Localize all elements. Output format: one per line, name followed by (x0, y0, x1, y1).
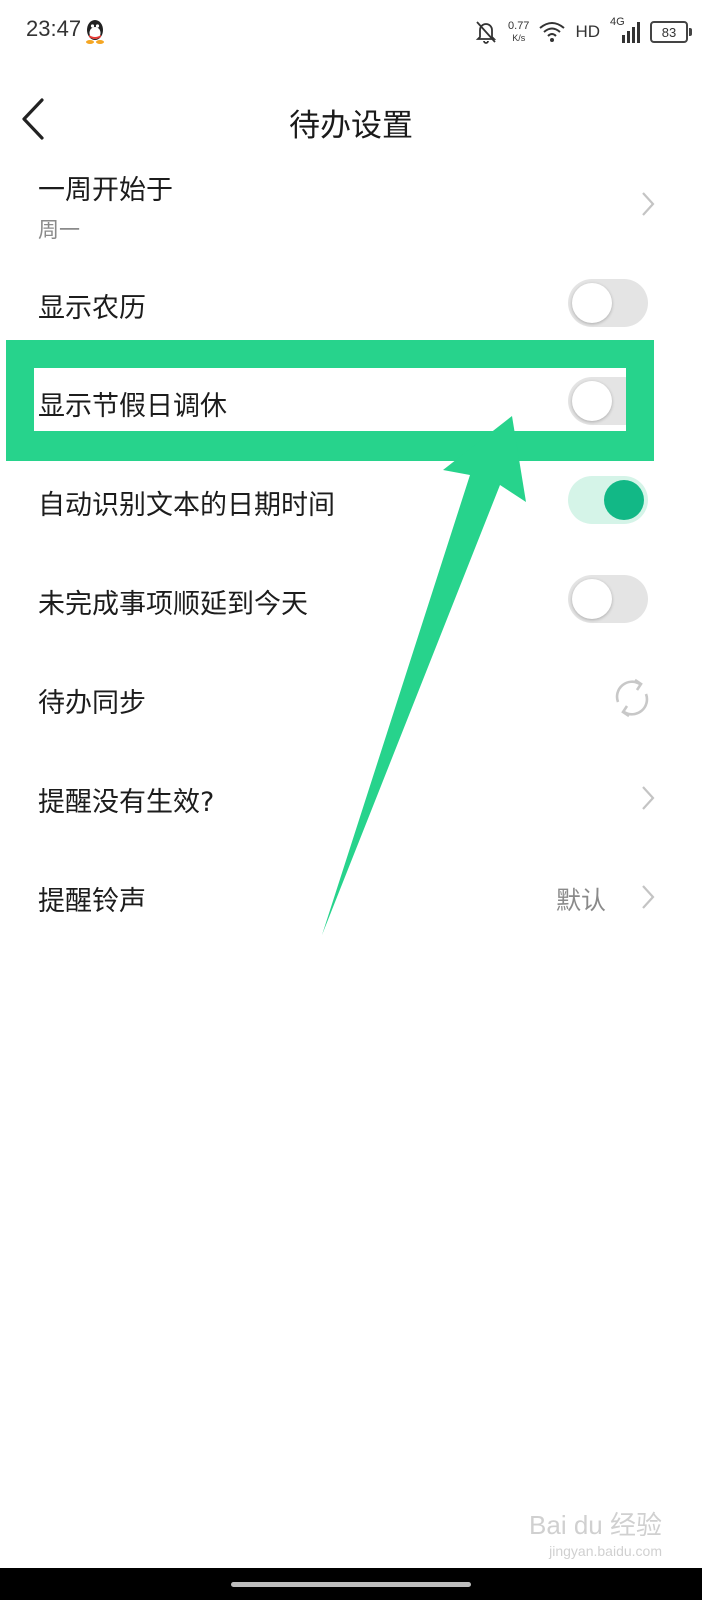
home-indicator[interactable] (231, 1582, 471, 1587)
sync-icon[interactable] (610, 676, 654, 720)
network-speed-value: 0.77 (508, 20, 530, 32)
sync-row[interactable]: 待办同步 (0, 653, 702, 743)
week-start-value: 周一 (38, 218, 80, 242)
auto-detect-datetime-row: 自动识别文本的日期时间 (0, 455, 702, 545)
hd-label: HD (575, 22, 600, 41)
chevron-right-icon (642, 192, 655, 216)
header: 待办设置 (0, 80, 702, 160)
show-holidays-toggle[interactable] (568, 377, 648, 425)
sync-label: 待办同步 (38, 688, 146, 719)
show-holidays-label: 显示节假日调休 (38, 391, 227, 422)
reminder-ringtone-row[interactable]: 提醒铃声 默认 (0, 851, 702, 941)
watermark-brand: Bai du 经验 (529, 1510, 662, 1540)
week-start-label: 一周开始于 (38, 175, 173, 206)
page-title: 待办设置 (289, 108, 413, 144)
toggle-knob (572, 381, 612, 421)
chevron-right-icon (642, 786, 655, 810)
watermark-url: jingyan.baidu.com (549, 1543, 662, 1559)
auto-detect-datetime-toggle[interactable] (568, 476, 648, 524)
auto-detect-datetime-label: 自动识别文本的日期时间 (38, 490, 335, 521)
chevron-right-icon (642, 885, 655, 909)
show-lunar-label: 显示农历 (38, 293, 146, 324)
signal-icon (622, 22, 640, 43)
navigation-bar (0, 1568, 702, 1600)
watermark: Bai du 经验 jingyan.baidu.com (529, 1512, 662, 1564)
bell-off-icon (475, 21, 497, 44)
status-bar: 23:47 0.77 K/s HD 4G 83 (0, 0, 702, 66)
cellular-signal: 4G (610, 16, 640, 45)
show-lunar-row: 显示农历 (0, 258, 702, 348)
postpone-unfinished-row: 未完成事项顺延到今天 (0, 554, 702, 644)
wifi-icon (539, 22, 566, 42)
battery-level: 83 (661, 24, 677, 40)
reminder-not-working-row[interactable]: 提醒没有生效? (0, 752, 702, 842)
reminder-ringtone-label: 提醒铃声 (38, 886, 146, 917)
postpone-unfinished-toggle[interactable] (568, 575, 648, 623)
toggle-knob (572, 283, 612, 323)
qq-icon (86, 20, 104, 44)
reminder-not-working-label: 提醒没有生效? (38, 787, 215, 818)
toggle-knob (604, 480, 644, 520)
reminder-ringtone-value: 默认 (555, 886, 606, 915)
postpone-unfinished-label: 未完成事项顺延到今天 (38, 589, 308, 620)
week-start-row[interactable]: 一周开始于 周一 (0, 160, 702, 250)
show-lunar-toggle[interactable] (568, 279, 648, 327)
battery-icon: 83 (650, 21, 692, 43)
network-speed-unit: K/s (512, 33, 526, 43)
status-icons: 0.77 K/s HD 4G 83 (474, 14, 692, 50)
toggle-knob (572, 579, 612, 619)
network-speed: 0.77 K/s (508, 20, 529, 44)
status-time: 23:47 (26, 16, 82, 41)
show-holidays-row: 显示节假日调休 (0, 356, 702, 446)
